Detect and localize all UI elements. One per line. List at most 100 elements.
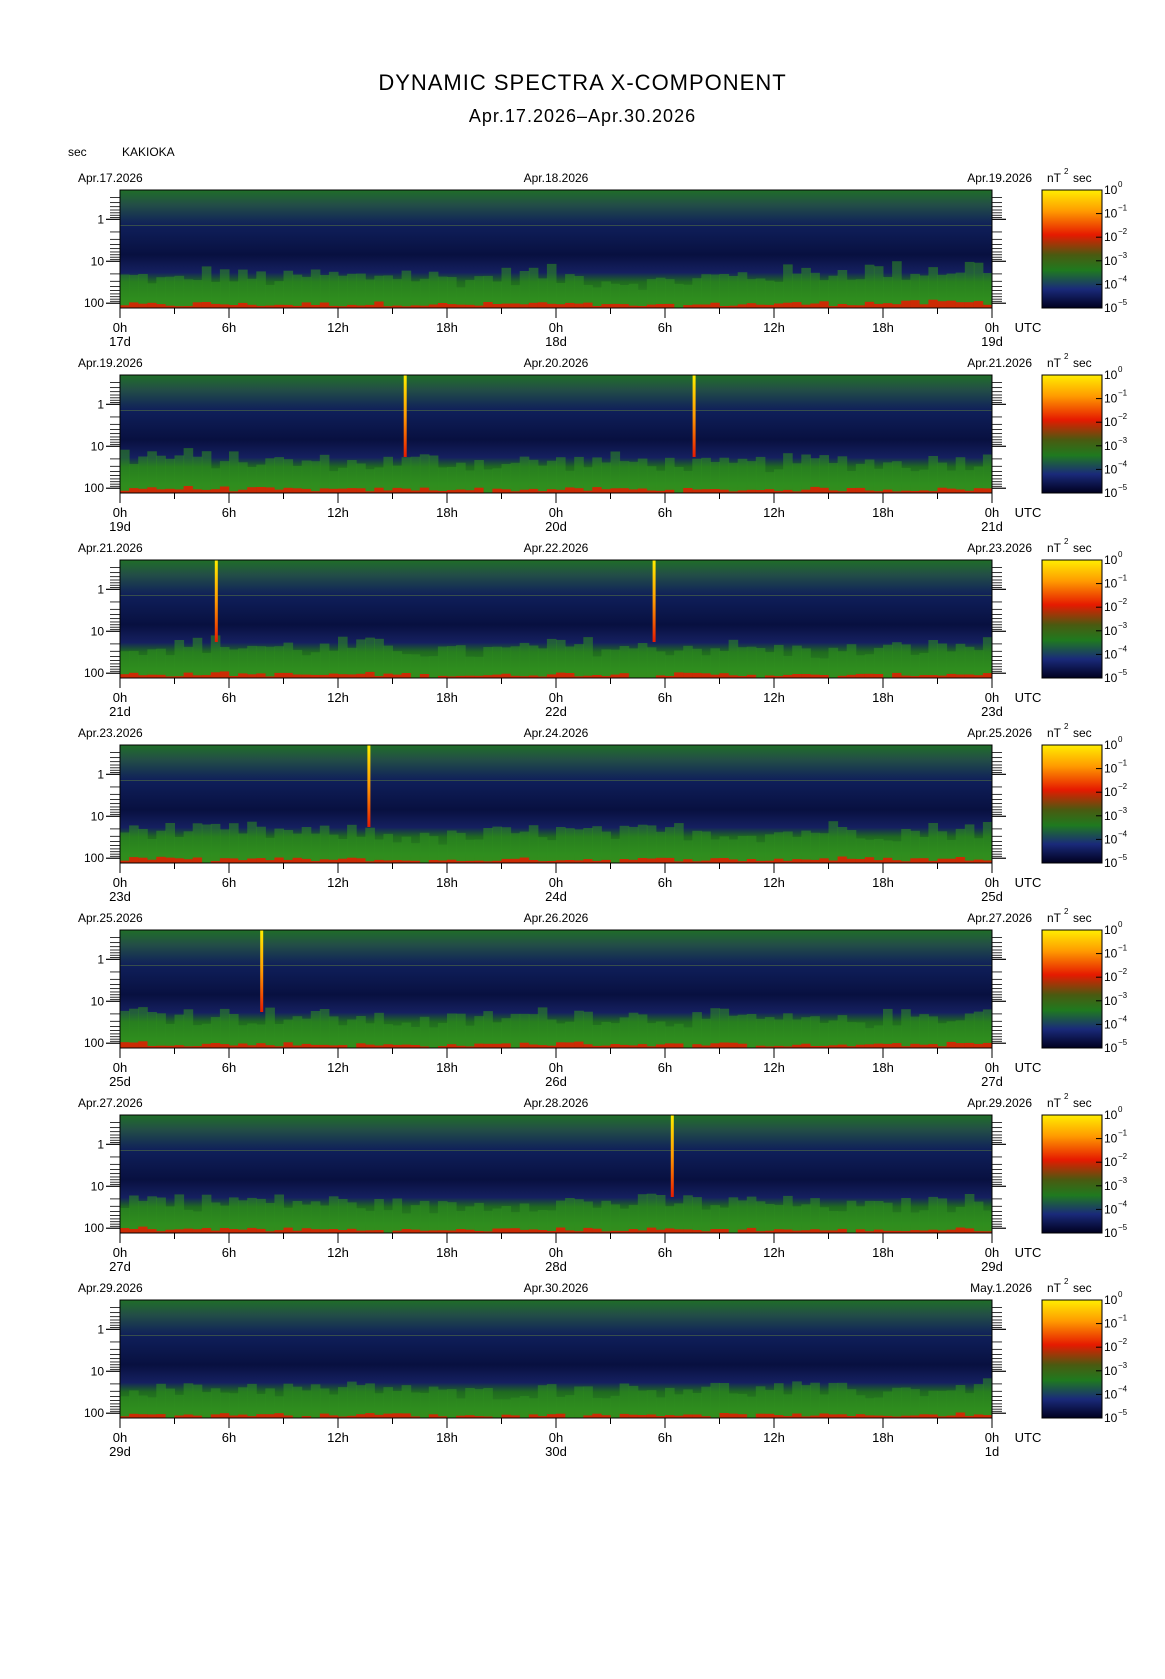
- spectral-power-band: [783, 1013, 793, 1048]
- spectral-power-band: [120, 832, 130, 863]
- spectral-power-peak: [964, 674, 975, 678]
- spectral-power-peak: [528, 302, 539, 308]
- spectral-power-peak: [456, 489, 466, 493]
- day-label: 26d: [545, 1074, 567, 1089]
- spectral-power-peak: [883, 303, 893, 308]
- spectral-power-peak: [401, 488, 412, 493]
- spectral-power-band: [301, 460, 312, 493]
- spectral-power-peak: [338, 674, 348, 678]
- spectral-power-band: [819, 1207, 829, 1233]
- spectral-power-band: [719, 274, 730, 308]
- spectral-power-peak: [810, 1229, 820, 1233]
- spectral-power-band: [347, 647, 357, 678]
- spectral-power-band: [982, 637, 993, 678]
- spectral-power-band: [356, 273, 366, 308]
- spectral-power-band: [537, 648, 548, 678]
- spectral-power-band: [347, 1381, 357, 1418]
- spectral-power-band: [892, 261, 902, 308]
- colorbar-tick-exponent: −4: [1118, 1199, 1128, 1208]
- spectral-power-peak: [219, 1413, 230, 1418]
- panel-start-date: Apr.25.2026: [78, 911, 143, 925]
- spectral-power-band: [574, 456, 584, 493]
- colorbar-tick-exponent: −3: [1118, 436, 1128, 445]
- spectral-power-peak: [374, 301, 384, 308]
- spectral-power-band: [755, 456, 766, 493]
- spectral-power-peak: [746, 303, 757, 308]
- spectral-power-peak: [955, 302, 966, 308]
- x-tick-label: 12h: [763, 875, 785, 890]
- spectral-power-band: [374, 1199, 384, 1233]
- spectral-power-band: [338, 636, 348, 678]
- spectral-power-band: [219, 829, 230, 863]
- spectral-power-band: [383, 456, 393, 493]
- colorbar-tick-exponent: −3: [1118, 1176, 1128, 1185]
- colorbar: [1041, 744, 1103, 864]
- day-label: 27d: [981, 1074, 1003, 1089]
- spectral-power-band: [637, 458, 648, 493]
- spectral-power-band: [238, 269, 248, 308]
- spectral-power-peak: [356, 858, 366, 863]
- impulse-spike: [214, 560, 218, 642]
- spectral-power-peak: [764, 1413, 775, 1418]
- spectral-power-band: [701, 1209, 711, 1233]
- spectral-power-peak: [619, 1413, 630, 1418]
- spectral-power-band: [637, 1014, 648, 1048]
- colorbar-unit-label: nT: [1047, 356, 1062, 370]
- spectral-power-band: [319, 454, 330, 493]
- spectral-power-peak: [873, 674, 884, 678]
- spectral-power-peak: [365, 671, 375, 678]
- x-tick-label: 18h: [872, 505, 894, 520]
- spectral-power-peak: [147, 302, 157, 308]
- spectral-power-band: [610, 1204, 621, 1233]
- colorbar-tick-exponent: −3: [1118, 991, 1128, 1000]
- colorbar-unit-label: nT: [1047, 541, 1062, 555]
- spectral-power-band: [837, 651, 848, 678]
- spectral-power-peak: [873, 303, 884, 308]
- colorbar-tick-exponent: −4: [1118, 644, 1128, 653]
- colorbar-tick-label: 10: [1104, 368, 1118, 382]
- spectral-power-band: [347, 1202, 357, 1233]
- spectral-power-peak: [601, 489, 611, 493]
- spectral-power-band: [846, 830, 857, 863]
- spectral-power-band: [846, 644, 857, 678]
- spectral-power-band: [129, 1195, 139, 1233]
- spectral-power-peak: [801, 674, 811, 678]
- spectral-power-band: [301, 1390, 312, 1418]
- colorbar-unit-exponent: 2: [1064, 1092, 1069, 1101]
- colorbar-tick-exponent: 0: [1118, 180, 1123, 189]
- y-tick-label: 1: [97, 397, 104, 411]
- spectral-power-band: [583, 828, 593, 863]
- spectral-power-band: [937, 1023, 948, 1048]
- x-unit-label: UTC: [1015, 505, 1042, 520]
- x-tick-label: 0h: [113, 1060, 127, 1075]
- spectral-power-band: [474, 839, 484, 863]
- spectral-power-peak: [174, 489, 185, 493]
- spectral-power-band: [692, 458, 702, 493]
- spectral-power-band: [819, 1022, 829, 1048]
- spectral-power-peak: [510, 303, 521, 308]
- spectral-power-band: [365, 827, 375, 863]
- spectral-power-peak: [973, 1043, 984, 1048]
- colorbar-tick-label: 10: [1104, 1340, 1118, 1354]
- spectral-power-band: [592, 826, 602, 863]
- colorbar-tick-label: 10: [1104, 230, 1118, 244]
- spectral-power-peak: [910, 858, 920, 863]
- spectral-power-band: [755, 1201, 766, 1233]
- spectral-power-band: [665, 1387, 675, 1418]
- spectral-power-peak: [937, 487, 948, 493]
- spectral-power-peak: [674, 672, 684, 678]
- spectral-power-band: [692, 278, 702, 308]
- spectral-power-peak: [528, 488, 539, 493]
- spectral-power-band: [764, 1389, 775, 1418]
- panel-mid-date: Apr.30.2026: [524, 1281, 589, 1295]
- spectral-power-peak: [274, 857, 284, 863]
- colorbar-unit-label: nT: [1047, 171, 1062, 185]
- spectral-power-peak: [692, 489, 702, 493]
- impulse-spike: [670, 1115, 674, 1197]
- spectral-power-band: [428, 656, 439, 678]
- spectral-power-peak: [701, 304, 711, 308]
- spectral-power-peak: [628, 489, 639, 493]
- spectral-power-band: [347, 1019, 357, 1048]
- spectral-power-peak: [156, 1414, 166, 1418]
- x-tick-label: 0h: [985, 875, 999, 890]
